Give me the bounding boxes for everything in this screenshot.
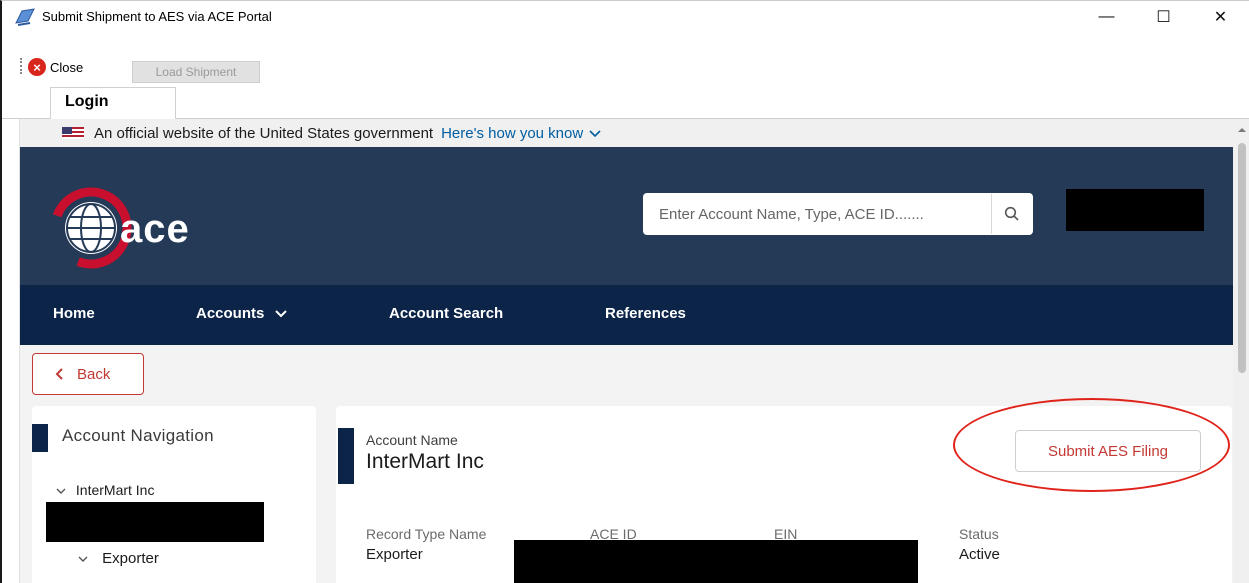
back-button[interactable]: Back bbox=[32, 353, 144, 395]
section-accent bbox=[338, 428, 354, 484]
how-you-know-link[interactable]: Here's how you know bbox=[441, 125, 601, 142]
window-title: Submit Shipment to AES via ACE Portal bbox=[42, 9, 272, 24]
section-accent bbox=[32, 424, 48, 452]
record-type-value: Exporter bbox=[366, 546, 423, 563]
chevron-down-icon bbox=[589, 129, 601, 137]
account-nav-item-intermart[interactable]: InterMart Inc bbox=[56, 482, 154, 498]
nav-accounts[interactable]: Accounts bbox=[196, 305, 287, 322]
redacted-ids-block bbox=[514, 540, 918, 583]
close-button[interactable]: × Close bbox=[28, 58, 83, 76]
app-window: Submit Shipment to AES via ACE Portal — … bbox=[0, 0, 1249, 583]
gov-banner: An official website of the United States… bbox=[20, 119, 1233, 147]
us-flag-icon bbox=[62, 127, 84, 139]
web-view: An official website of the United States… bbox=[19, 119, 1233, 583]
main-nav: Home Accounts Account Search References bbox=[20, 285, 1233, 345]
ace-logo-text: ace bbox=[120, 207, 190, 251]
title-bar: Submit Shipment to AES via ACE Portal — … bbox=[2, 1, 1249, 32]
account-name-label: Account Name bbox=[366, 432, 458, 448]
chevron-down-icon bbox=[56, 488, 66, 494]
scrollbar-thumb[interactable] bbox=[1238, 143, 1246, 373]
chevron-down-icon bbox=[274, 310, 287, 318]
chevron-left-icon bbox=[55, 368, 63, 380]
nav-account-search[interactable]: Account Search bbox=[389, 305, 503, 322]
close-window-button[interactable]: ✕ bbox=[1192, 1, 1249, 32]
shipment-app-icon bbox=[15, 7, 35, 26]
redacted-user-block bbox=[1066, 189, 1204, 231]
nav-references[interactable]: References bbox=[605, 305, 686, 322]
nav-home[interactable]: Home bbox=[53, 305, 95, 322]
status-label: Status bbox=[959, 526, 999, 542]
account-name: InterMart Inc bbox=[366, 450, 484, 473]
tab-bar bbox=[2, 83, 1249, 119]
search-button[interactable] bbox=[991, 194, 1031, 234]
account-search-input[interactable] bbox=[643, 194, 991, 234]
close-button-label: Close bbox=[50, 59, 84, 75]
account-navigation-title: Account Navigation bbox=[62, 426, 214, 445]
chevron-down-icon bbox=[78, 556, 88, 562]
minimize-button[interactable]: — bbox=[1078, 1, 1135, 32]
close-icon: × bbox=[28, 58, 46, 76]
search-icon bbox=[1004, 206, 1019, 221]
redacted-id-block bbox=[46, 502, 264, 542]
load-shipment-button[interactable]: Load Shipment bbox=[132, 61, 260, 83]
site-header: ace bbox=[20, 147, 1233, 285]
scroll-up-icon[interactable] bbox=[1233, 123, 1249, 137]
vertical-scrollbar[interactable] bbox=[1233, 119, 1249, 583]
maximize-button[interactable]: ☐ bbox=[1135, 1, 1192, 32]
account-search-box bbox=[643, 193, 1033, 235]
record-type-label: Record Type Name bbox=[366, 526, 487, 542]
account-navigation-panel: Account Navigation InterMart Inc Exporte… bbox=[32, 406, 316, 583]
highlight-circle bbox=[953, 398, 1230, 492]
status-value: Active bbox=[959, 546, 1000, 563]
toolbar-grip[interactable] bbox=[20, 58, 22, 74]
tab-login[interactable]: Login bbox=[50, 87, 176, 119]
account-nav-item-exporter[interactable]: Exporter bbox=[78, 550, 159, 567]
gov-banner-text: An official website of the United States… bbox=[94, 124, 434, 142]
